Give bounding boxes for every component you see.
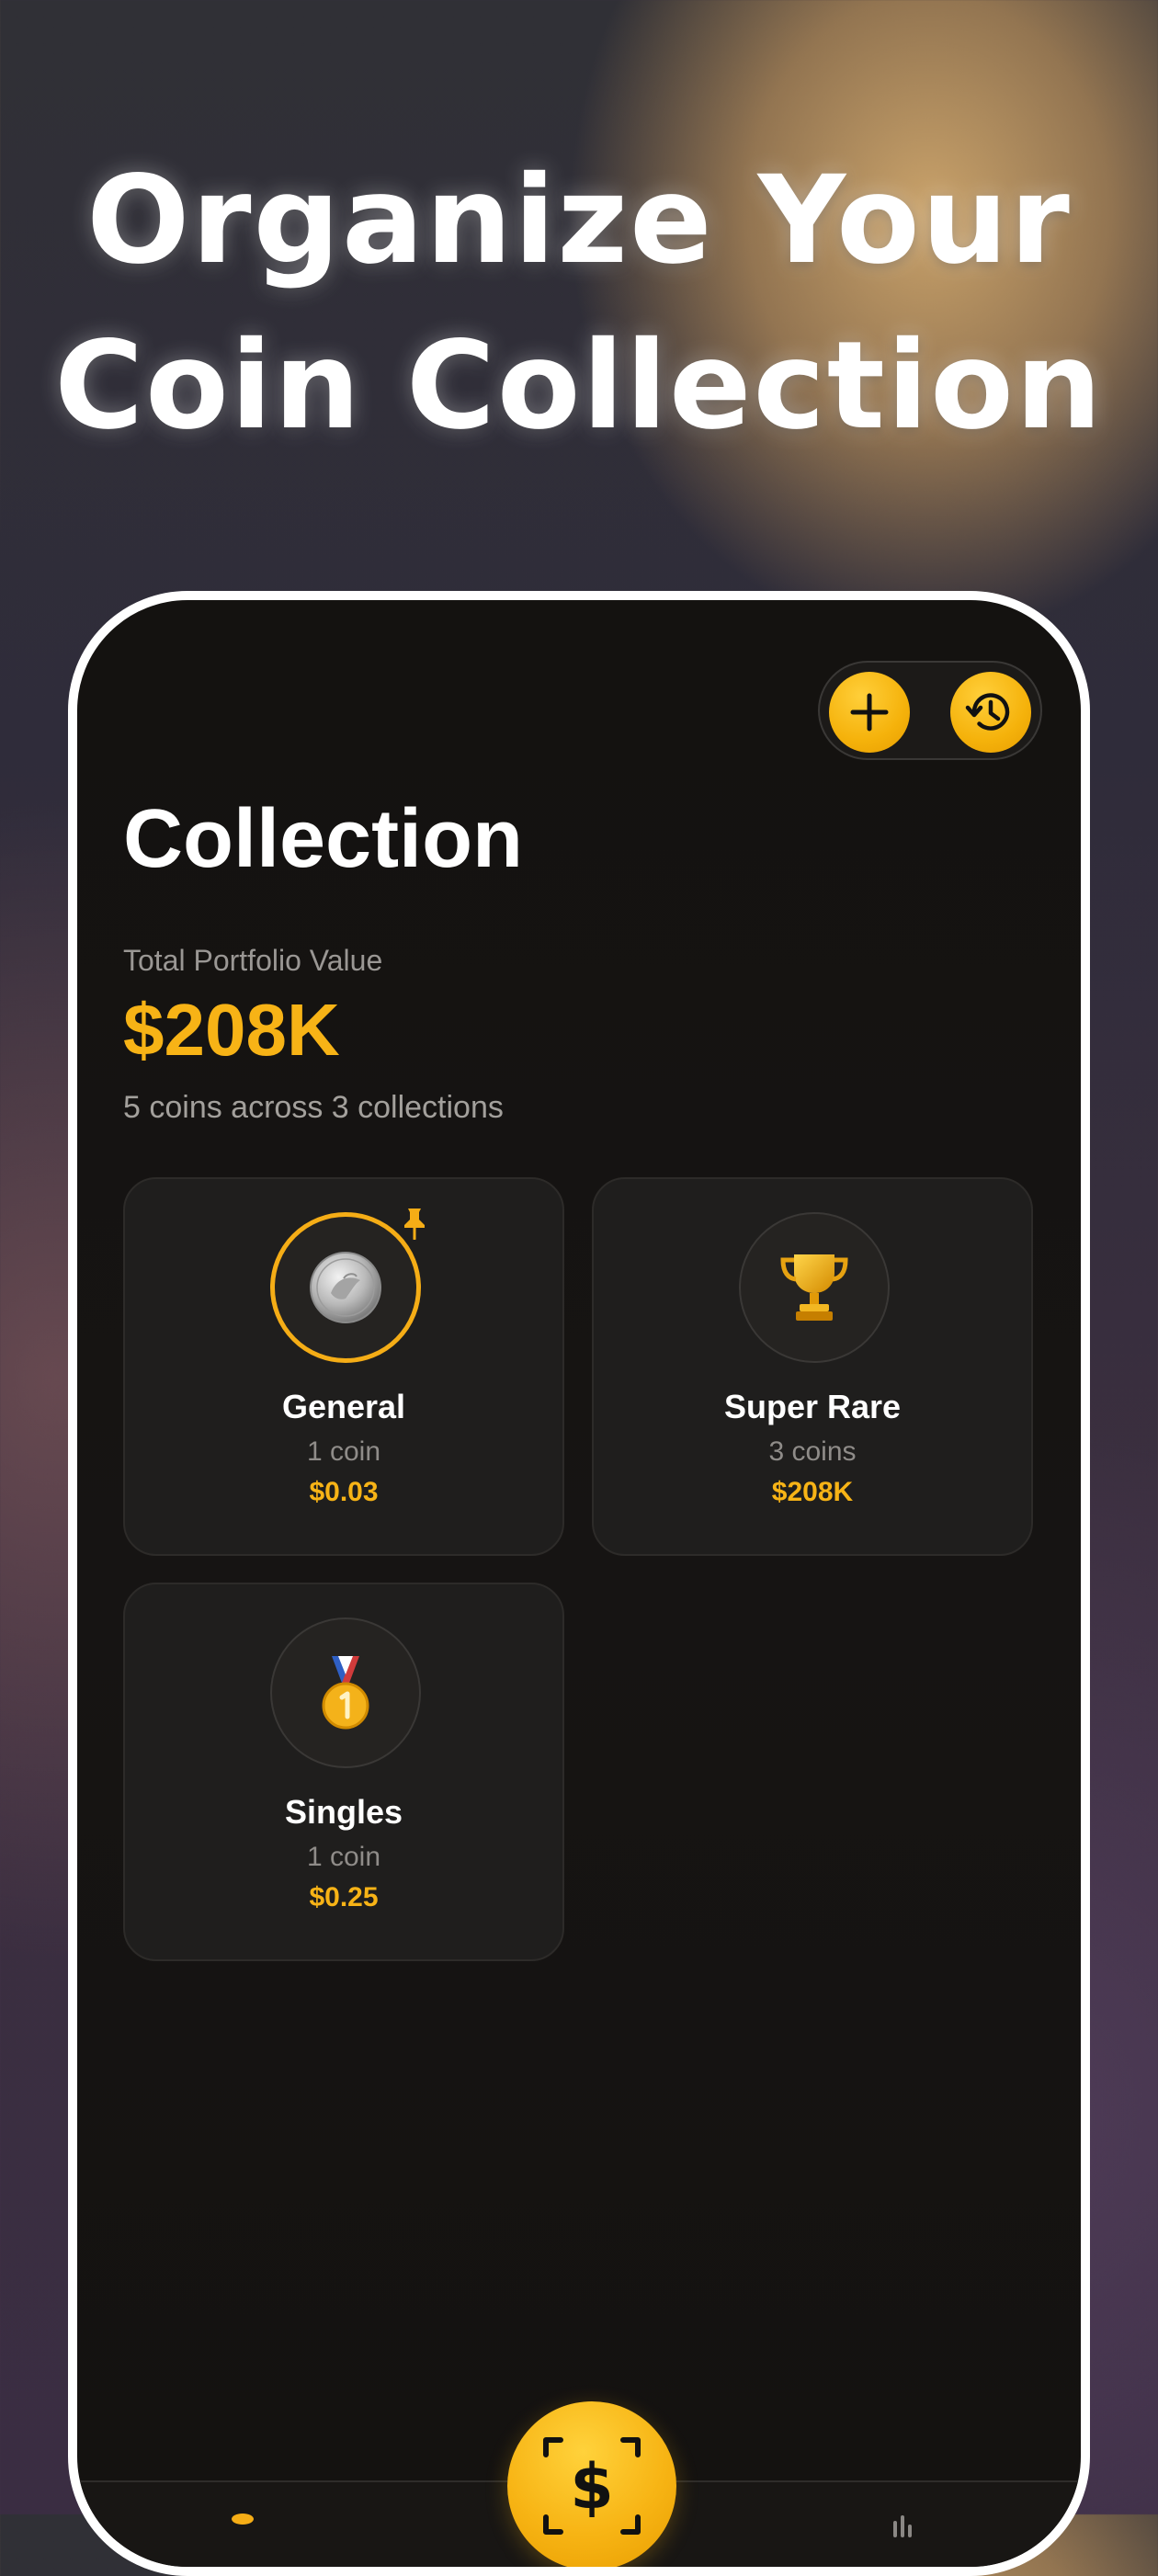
scan-dollar-icon: $ (543, 2437, 641, 2535)
svg-text:$: $ (570, 2451, 613, 2524)
toolbar-pill (818, 661, 1042, 760)
collection-card-singles[interactable]: Singles 1 coin $0.25 (123, 1583, 564, 1961)
collection-card-super-rare[interactable]: Super Rare 3 coins $208K (592, 1177, 1033, 1556)
pin-icon (404, 1209, 425, 1240)
portfolio-value: $208K (123, 989, 340, 1071)
collection-thumbnail (739, 1212, 890, 1363)
portfolio-summary: 5 coins across 3 collections (123, 1090, 504, 1125)
add-button[interactable] (829, 672, 910, 753)
history-button[interactable] (950, 672, 1031, 753)
collection-thumbnail (270, 1212, 421, 1363)
phone-screen: Collection Total Portfolio Value $208K 5… (68, 591, 1090, 2576)
collection-value: $208K (771, 1477, 854, 1507)
collection-value: $0.03 (309, 1477, 379, 1507)
collection-count: 1 coin (306, 1436, 381, 1467)
page-title: Collection (123, 793, 524, 885)
collection-count: 3 coins (768, 1436, 857, 1467)
collection-name: Singles (284, 1793, 403, 1831)
collection-name: Super Rare (723, 1388, 902, 1425)
headline-line-1: Organize Your (86, 150, 1072, 291)
collection-thumbnail (270, 1617, 421, 1768)
silver-coin-icon (310, 1252, 381, 1323)
plus-icon (850, 693, 889, 732)
headline-line-2: Coin Collection (54, 315, 1104, 457)
collection-name: General (281, 1388, 406, 1425)
collection-card-general[interactable]: General 1 coin $0.03 (123, 1177, 564, 1556)
collection-count: 1 coin (306, 1842, 381, 1872)
history-icon (965, 693, 1010, 731)
tab-settings-icon[interactable] (882, 2504, 923, 2537)
portfolio-label: Total Portfolio Value (123, 944, 383, 977)
first-place-medal-icon (322, 1656, 369, 1730)
trophy-icon (780, 1254, 848, 1321)
promo-headline: Organize Your Coin Collection (0, 138, 1158, 469)
collection-value: $0.25 (309, 1882, 379, 1912)
scan-coin-button[interactable]: $ (507, 2401, 676, 2567)
